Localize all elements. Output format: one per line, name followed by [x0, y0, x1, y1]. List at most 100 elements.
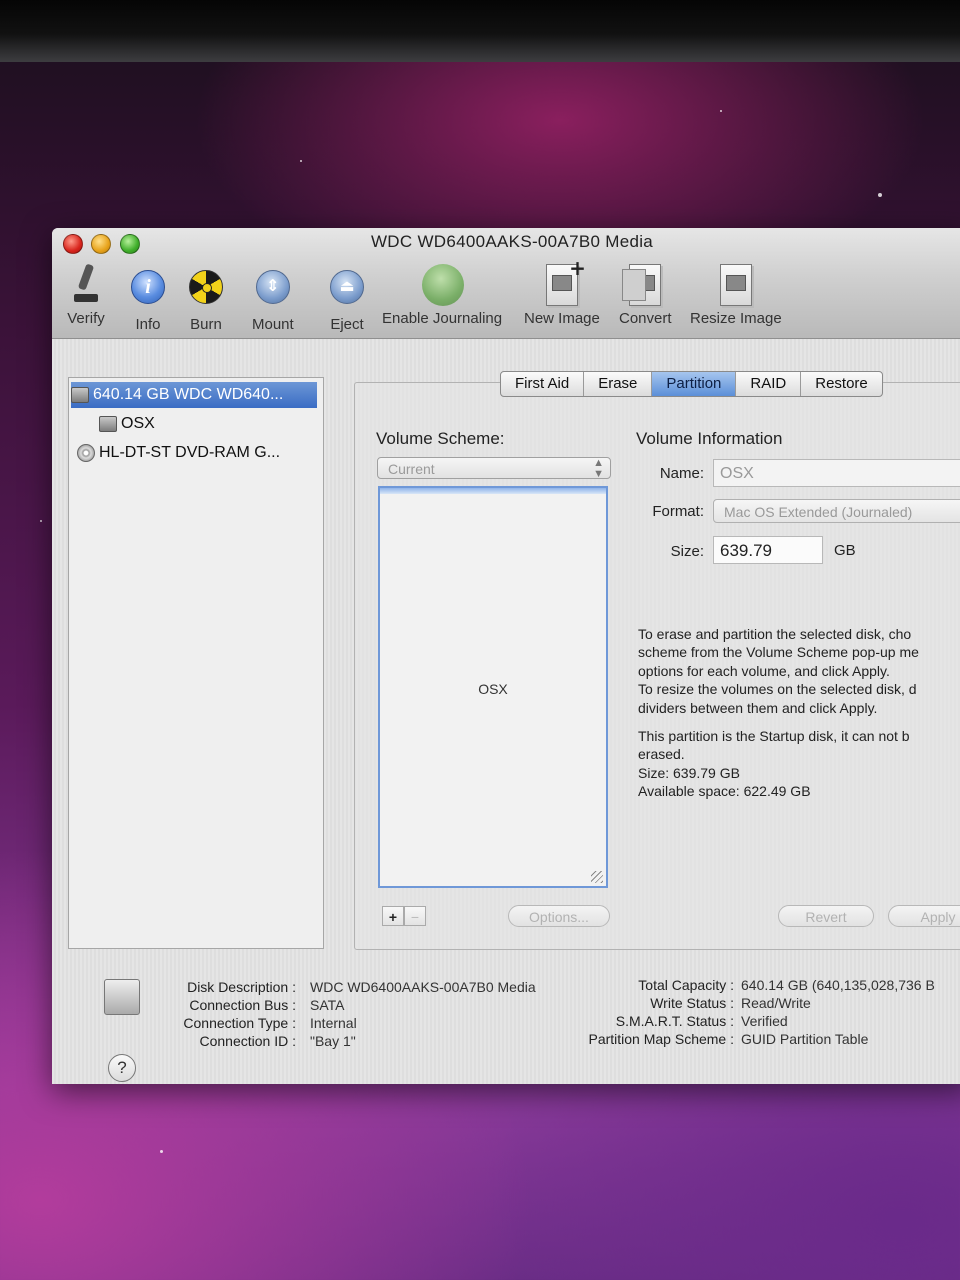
revert-button[interactable]: Revert [778, 905, 874, 927]
info-button[interactable]: i Info [128, 264, 168, 333]
disk-description-value: WDC WD6400AAKS-00A7B0 Media [310, 979, 536, 995]
connection-id-value: "Bay 1" [310, 1033, 356, 1049]
partition-label: OSX [478, 681, 508, 697]
smart-status-value: Verified [741, 1013, 788, 1029]
info-icon: i [128, 270, 168, 312]
smart-status-label: S.M.A.R.T. Status : [615, 1013, 734, 1029]
volume-scheme-popup[interactable]: Current ▲ ▼ [377, 457, 611, 480]
wallpaper-star [160, 1150, 163, 1153]
burn-button[interactable]: Burn [186, 264, 226, 333]
convert-button[interactable]: Convert [619, 264, 672, 327]
write-status-value: Read/Write [741, 995, 811, 1011]
resize-grip-icon[interactable] [591, 871, 603, 883]
format-label: Format: [652, 503, 704, 520]
disk-list-label: HL-DT-ST DVD-RAM G... [99, 444, 281, 461]
remove-partition-button[interactable]: − [404, 906, 426, 926]
disk-list-item-osx[interactable]: OSX [69, 411, 353, 437]
disk-description-label: Disk Description : [187, 979, 296, 995]
partition-map-scheme-value: GUID Partition Table [741, 1031, 869, 1047]
help-button[interactable]: ? [108, 1054, 136, 1082]
toolbar-label: Eject [330, 316, 364, 333]
help-line: dividers between them and click Apply. [638, 700, 878, 716]
partition-map-scheme-label: Partition Map Scheme : [588, 1031, 734, 1047]
size-unit: GB [834, 542, 856, 559]
options-button[interactable]: Options... [508, 905, 610, 927]
toolbar-label: Verify [67, 310, 105, 327]
disk-utility-window: WDC WD6400AAKS-00A7B0 Media Verify i Inf… [52, 228, 960, 1084]
hard-disk-icon [71, 386, 89, 403]
optical-disc-icon [77, 443, 95, 462]
hard-disk-icon [104, 979, 140, 1015]
toolbar-label: Info [135, 316, 161, 333]
wallpaper-star [40, 520, 42, 522]
eject-icon: ⏏ [327, 270, 367, 312]
total-capacity-label: Total Capacity : [638, 977, 734, 993]
name-field[interactable]: OSX [713, 459, 960, 487]
size-label: Size: [670, 543, 704, 560]
wallpaper-star [720, 110, 722, 112]
partition-header-bar [380, 488, 606, 494]
size-field[interactable]: 639.79 [713, 536, 823, 564]
volume-information-title: Volume Information [636, 429, 783, 448]
tab-partition[interactable]: Partition [651, 372, 736, 396]
disk-list-item-wdc[interactable]: 640.14 GB WDC WD640... [71, 382, 317, 408]
tab-bar: First Aid Erase Partition RAID Restore [500, 371, 883, 397]
volume-scheme-label: Volume Scheme: [376, 429, 505, 448]
new-image-icon: + [542, 256, 586, 306]
connection-bus-value: SATA [310, 997, 345, 1013]
wallpaper-star [878, 193, 882, 197]
disk-list-label: OSX [121, 415, 155, 432]
new-image-button[interactable]: + New Image [524, 256, 600, 327]
enable-journaling-button[interactable]: Enable Journaling [382, 264, 502, 327]
tab-erase[interactable]: Erase [583, 372, 651, 396]
disk-list-label: 640.14 GB WDC WD640... [93, 386, 284, 403]
add-partition-button[interactable]: + [382, 906, 404, 926]
microscope-icon [66, 264, 106, 306]
tab-raid[interactable]: RAID [735, 372, 800, 396]
convert-icon [622, 264, 665, 306]
startup-line: erased. [638, 746, 685, 762]
resize-image-icon [716, 264, 756, 306]
toolbar-label: Resize Image [690, 310, 782, 327]
apply-button[interactable]: Apply [888, 905, 960, 927]
help-line: To resize the volumes on the selected di… [638, 681, 917, 697]
journaling-icon [422, 264, 465, 306]
startup-line: Available space: 622.49 GB [638, 783, 811, 799]
popup-arrows-icon: ▲ ▼ [593, 457, 604, 480]
toolbar-label: Burn [190, 316, 222, 333]
connection-bus-label: Connection Bus : [189, 997, 296, 1013]
window-content: 640.14 GB WDC WD640... OSX HL-DT-ST DVD-… [52, 339, 960, 1084]
monitor-bezel [0, 0, 960, 62]
format-popup[interactable]: Mac OS Extended (Journaled) [713, 499, 960, 523]
help-line: options for each volume, and click Apply… [638, 663, 890, 679]
help-line: To erase and partition the selected disk… [638, 626, 912, 642]
mount-icon: ⇕ [253, 270, 293, 312]
verify-button[interactable]: Verify [66, 264, 106, 327]
volume-scheme-value: Current [388, 461, 435, 477]
toolbar-label: Convert [619, 310, 672, 327]
total-capacity-value: 640.14 GB (640,135,028,736 B [741, 977, 935, 993]
help-line: scheme from the Volume Scheme pop-up me [638, 644, 919, 660]
tab-first-aid[interactable]: First Aid [501, 372, 583, 396]
write-status-label: Write Status : [650, 995, 734, 1011]
partition-map[interactable]: OSX [378, 486, 608, 888]
toolbar-label: Enable Journaling [382, 310, 503, 327]
burn-icon [186, 270, 226, 312]
disk-list: 640.14 GB WDC WD640... OSX HL-DT-ST DVD-… [68, 377, 324, 949]
startup-line: This partition is the Startup disk, it c… [638, 728, 910, 744]
startup-line: Size: 639.79 GB [638, 765, 740, 781]
toolbar-label: New Image [524, 310, 600, 327]
title-bar: WDC WD6400AAKS-00A7B0 Media Verify i Inf… [52, 228, 960, 339]
wallpaper-star [300, 160, 302, 162]
resize-image-button[interactable]: Resize Image [690, 264, 782, 327]
volume-icon [99, 415, 117, 432]
toolbar-label: Mount [252, 316, 294, 333]
window-title: WDC WD6400AAKS-00A7B0 Media [370, 232, 654, 251]
disk-list-item-dvd[interactable]: HL-DT-ST DVD-RAM G... [69, 440, 331, 466]
connection-type-value: Internal [310, 1015, 357, 1031]
tab-restore[interactable]: Restore [800, 372, 882, 396]
eject-button[interactable]: ⏏ Eject [327, 264, 367, 333]
connection-id-label: Connection ID : [199, 1033, 297, 1049]
mount-button[interactable]: ⇕ Mount [252, 264, 294, 333]
connection-type-label: Connection Type : [183, 1015, 296, 1031]
